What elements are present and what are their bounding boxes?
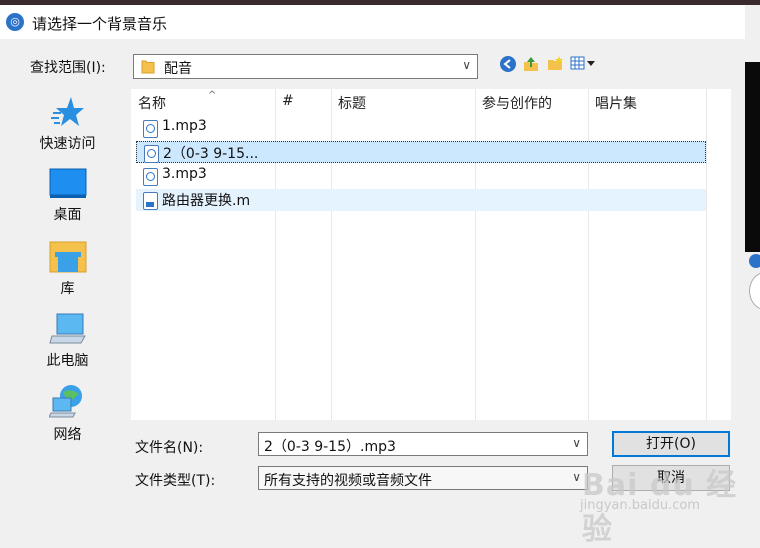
dialog-title: 请选择一个背景音乐 — [32, 15, 168, 33]
folder-icon — [141, 60, 155, 74]
place-desktop[interactable]: 桌面 — [30, 168, 105, 224]
place-quick-access[interactable]: 快速访问 — [30, 95, 105, 153]
column-header-number[interactable]: # — [282, 93, 294, 109]
place-label: 库 — [60, 281, 75, 297]
filetype-dropdown[interactable]: 所有支持的视频或音频文件 ∨ — [258, 466, 588, 490]
lookin-dropdown[interactable]: 配音 ∨ — [133, 54, 478, 79]
sort-ascending-icon: ^ — [208, 90, 217, 101]
star-icon — [50, 97, 84, 126]
new-folder-icon[interactable] — [545, 55, 565, 75]
chevron-down-icon[interactable]: ∨ — [572, 436, 581, 450]
chevron-down-icon[interactable]: ∨ — [462, 58, 471, 72]
column-header-name[interactable]: 名称 ^ — [138, 90, 216, 113]
up-folder-icon[interactable] — [521, 55, 541, 75]
place-label: 网络 — [53, 427, 82, 443]
filetype-value: 所有支持的视频或音频文件 — [264, 473, 432, 489]
filename-label: 文件名(N): — [135, 440, 204, 456]
document-file-icon — [143, 192, 158, 210]
open-button[interactable]: 打开(O) — [612, 431, 730, 457]
audio-file-icon — [143, 120, 158, 138]
places-bar: 快速访问 桌面 库 此电脑 网络 — [30, 90, 125, 510]
file-name: 1.mp3 — [162, 118, 207, 134]
lookin-value: 配音 — [164, 61, 192, 77]
computer-icon — [48, 313, 86, 344]
file-name: 路由器更换.m — [162, 193, 251, 209]
column-header-contributing-artists[interactable]: 参与创作的 — [482, 93, 552, 113]
file-row-selected[interactable]: 2（0-3 9-15... — [136, 141, 706, 163]
lookin-label: 查找范围(I): — [30, 60, 106, 76]
place-label: 此电脑 — [46, 353, 89, 369]
place-label: 桌面 — [53, 207, 82, 223]
view-menu-icon[interactable] — [569, 55, 597, 75]
app-logo-icon: ◎ — [6, 13, 24, 31]
filetype-label: 文件类型(T): — [135, 473, 216, 489]
file-row[interactable]: 路由器更换.m — [136, 189, 706, 211]
baidu-watermark-url: jingyan.baidu.com — [580, 498, 700, 513]
filename-value: 2（0-3 9-15）.mp3 — [264, 439, 396, 455]
file-name: 3.mp3 — [162, 166, 207, 182]
place-network[interactable]: 网络 — [30, 384, 105, 444]
place-library[interactable]: 库 — [30, 240, 105, 298]
desktop-icon — [49, 168, 86, 198]
column-header-title[interactable]: 标题 — [338, 93, 366, 113]
file-name: 2（0-3 9-15... — [163, 146, 259, 162]
place-label: 快速访问 — [39, 136, 96, 152]
audio-file-icon — [143, 168, 158, 186]
library-icon — [49, 241, 86, 273]
network-icon — [48, 385, 82, 418]
file-list[interactable]: 名称 ^ # 标题 参与创作的 唱片集 1.mp3 2（0-3 9-15... … — [131, 89, 731, 420]
audio-file-icon — [144, 145, 159, 163]
column-header-album[interactable]: 唱片集 — [595, 93, 637, 113]
chevron-down-icon[interactable]: ∨ — [572, 470, 581, 484]
place-this-pc[interactable]: 此电脑 — [30, 312, 105, 370]
filename-input[interactable]: 2（0-3 9-15）.mp3 ∨ — [258, 432, 588, 456]
back-icon[interactable] — [498, 55, 518, 75]
title-bar: ◎ 请选择一个背景音乐 — [0, 5, 745, 39]
file-row[interactable]: 1.mp3 — [136, 117, 706, 139]
file-row[interactable]: 3.mp3 — [136, 165, 706, 187]
